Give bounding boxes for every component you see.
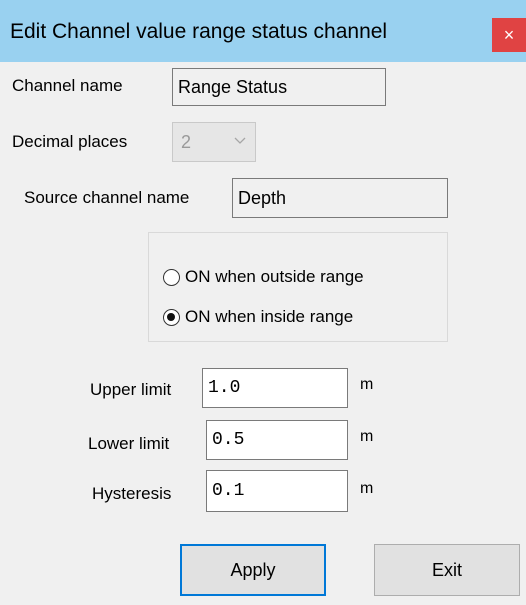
hysteresis-input[interactable]: 0.1	[206, 470, 348, 512]
hysteresis-unit: m	[360, 480, 374, 497]
apply-button-label: Apply	[230, 559, 276, 580]
decimal-places-value: 2	[181, 131, 192, 152]
upper-limit-input[interactable]: 1.0	[202, 368, 348, 408]
upper-limit-value: 1.0	[208, 378, 241, 398]
hysteresis-value: 0.1	[212, 481, 245, 501]
decimal-places-select[interactable]: 2	[172, 122, 256, 162]
radio-outside-range[interactable]: ON when outside range	[163, 267, 364, 287]
radio-inside-label: ON when inside range	[185, 307, 354, 326]
chevron-down-icon	[234, 137, 246, 144]
channel-name-value: Range Status	[178, 76, 288, 97]
radio-outside-label: ON when outside range	[185, 267, 364, 286]
source-channel-label: Source channel name	[24, 188, 190, 207]
range-mode-group: ON when outside range ON when inside ran…	[148, 232, 448, 342]
upper-limit-unit: m	[360, 376, 374, 393]
window-title: Edit Channel value range status channel	[10, 20, 388, 43]
radio-button-icon	[163, 268, 180, 286]
lower-limit-input[interactable]: 0.5	[206, 420, 348, 460]
lower-limit-value: 0.5	[212, 430, 245, 450]
lower-limit-unit: m	[360, 428, 374, 445]
channel-name-field[interactable]: Range Status	[172, 68, 386, 106]
source-channel-value: Depth	[238, 187, 287, 208]
decimal-places-label: Decimal places	[12, 132, 128, 151]
close-icon: ×	[503, 25, 515, 45]
upper-limit-label: Upper limit	[90, 380, 172, 399]
source-channel-field[interactable]: Depth	[232, 178, 448, 218]
hysteresis-label: Hysteresis	[92, 484, 172, 503]
radio-inside-range[interactable]: ON when inside range	[163, 307, 353, 327]
apply-button[interactable]: Apply	[180, 544, 326, 596]
close-button[interactable]: ×	[492, 18, 526, 52]
channel-name-label: Channel name	[12, 76, 123, 95]
radio-button-icon	[163, 308, 180, 326]
exit-button-label: Exit	[431, 559, 462, 580]
title-bar: Edit Channel value range status channel …	[0, 0, 526, 62]
exit-button[interactable]: Exit	[374, 544, 520, 596]
lower-limit-label: Lower limit	[88, 434, 170, 453]
